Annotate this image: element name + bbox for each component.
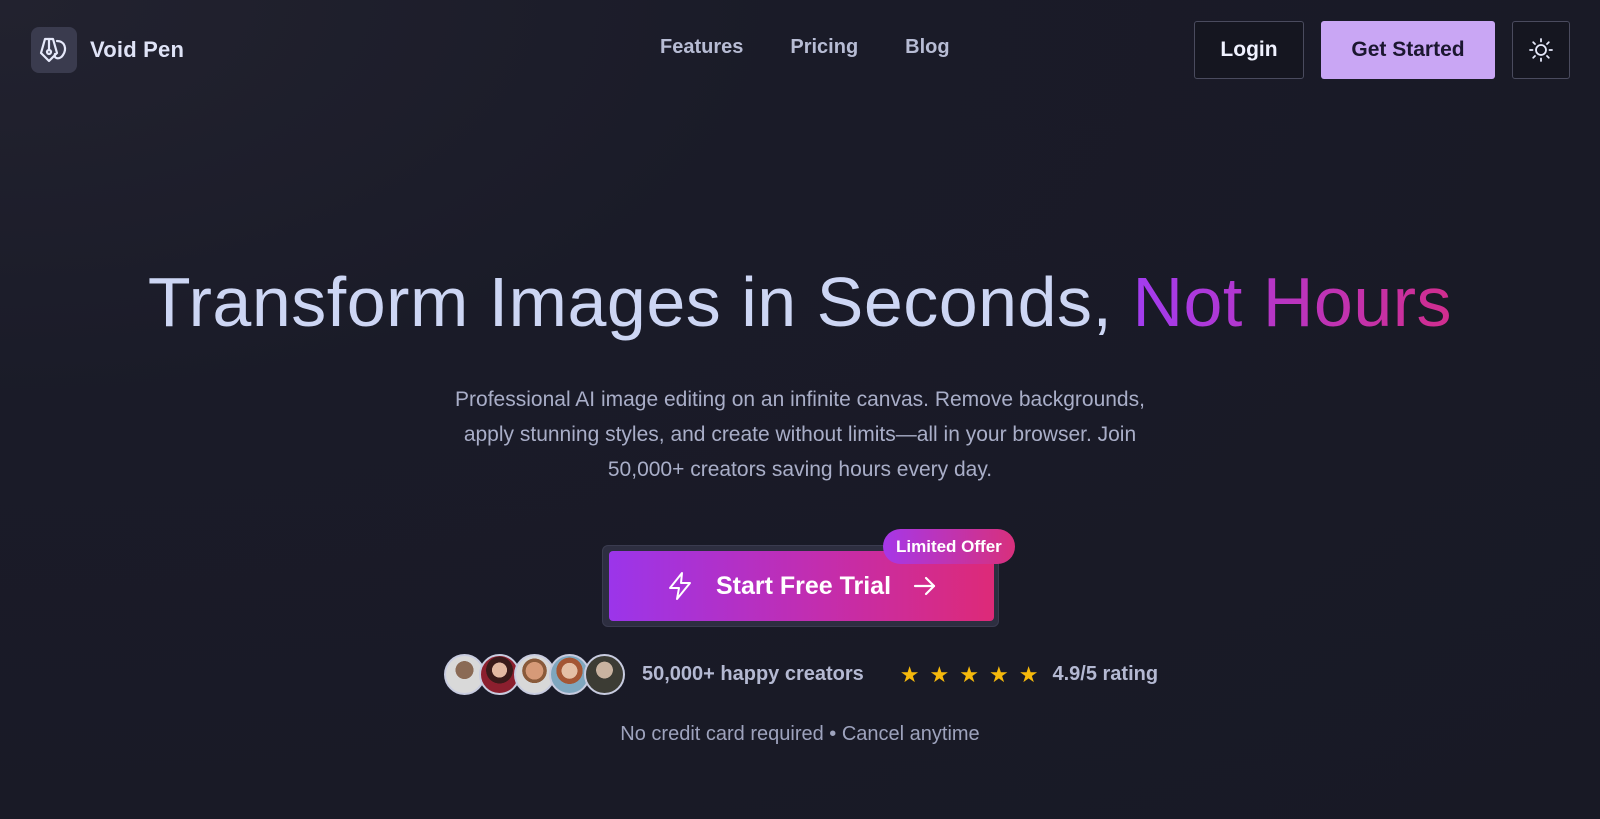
brand-name: Void Pen [90,37,185,62]
main-menu: Features Pricing Blog [660,36,950,59]
nav-link-features[interactable]: Features [660,36,743,59]
nav-link-blog[interactable]: Blog [905,36,949,59]
hero-subtitle: Professional AI image editing on an infi… [455,388,1145,481]
start-free-trial-label: Start Free Trial [715,571,892,600]
star-icon: ★ [1018,661,1039,687]
get-started-button[interactable]: Get Started [1321,21,1495,79]
fineprint: No credit card required • Cancel anytime [620,723,980,745]
arrow-right-icon [913,576,936,596]
hero-title: Transform Images in Seconds, Not Hours [0,262,1600,342]
sun-icon [1529,38,1553,62]
star-icon: ★ [959,661,979,687]
rating-stars: ★ ★ ★ ★ ★ [899,661,1039,687]
pen-nib-icon [31,27,77,73]
limited-offer-badge: Limited Offer [883,529,1015,564]
star-icon: ★ [929,661,950,687]
star-icon: ★ [899,661,920,687]
lightning-icon [668,572,691,600]
happy-creators-text: 50,000+ happy creators [642,663,864,685]
avatar-group [444,654,625,695]
rating-text: 4.9/5 rating [1052,663,1159,685]
avatar [584,654,625,695]
social-proof: 50,000+ happy creators ★ ★ ★ ★ ★ 4.9/5 r… [444,654,1158,695]
top-navigation: Void Pen Features Pricing Blog Login Get… [0,0,1600,100]
hero-title-accent: Not Hours [1132,263,1453,341]
theme-toggle-button[interactable] [1512,21,1570,79]
brand[interactable]: Void Pen [31,27,184,73]
login-button[interactable]: Login [1194,21,1304,79]
star-icon: ★ [989,661,1009,687]
nav-link-pricing[interactable]: Pricing [790,36,858,59]
hero-title-main: Transform Images in Seconds, [147,263,1133,341]
